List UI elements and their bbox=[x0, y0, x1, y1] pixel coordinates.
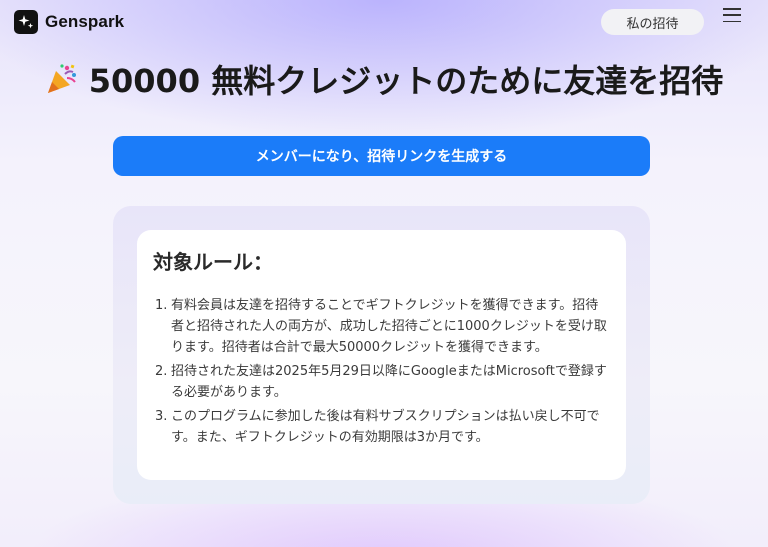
page-title: 50000 無料クレジットのために友達を招待 bbox=[0, 56, 768, 104]
hamburger-menu-icon[interactable] bbox=[723, 7, 741, 23]
my-invites-button[interactable]: 私の招待 bbox=[601, 9, 704, 35]
top-bar: Genspark 私の招待 bbox=[0, 0, 768, 44]
rule-item: 3. このプログラムに参加した後は有料サブスクリプションは払い戻し不可です。また… bbox=[153, 406, 610, 448]
rules-title: 対象ルール： bbox=[153, 250, 273, 274]
rules-panel: 対象ルール： 1. 有料会員は友達を招待することでギフトクレジットを獲得できます… bbox=[113, 206, 650, 504]
party-popper-icon bbox=[45, 62, 79, 104]
rule-number: 2. bbox=[155, 364, 168, 379]
rule-item: 2. 招待された友達は2025年5月29日以降にGoogleまたはMicroso… bbox=[153, 361, 610, 403]
page-title-text: 50000 無料クレジットのために友達を招待 bbox=[88, 62, 724, 100]
rule-text: このプログラムに参加した後は有料サブスクリプションは払い戻し不可です。また、ギフ… bbox=[171, 409, 600, 445]
rules-list: 1. 有料会員は友達を招待することでギフトクレジットを獲得できます。招待者と招待… bbox=[153, 295, 610, 448]
rule-number: 1. bbox=[155, 298, 168, 313]
sparkle-icon bbox=[14, 10, 38, 34]
rule-text: 招待された友達は2025年5月29日以降にGoogleまたはMicrosoftで… bbox=[171, 364, 607, 400]
generate-invite-link-button[interactable]: メンバーになり、招待リンクを生成する bbox=[113, 136, 650, 176]
brand-logo[interactable]: Genspark bbox=[14, 10, 124, 34]
rules-card: 対象ルール： 1. 有料会員は友達を招待することでギフトクレジットを獲得できます… bbox=[137, 230, 626, 480]
rule-text: 有料会員は友達を招待することでギフトクレジットを獲得できます。招待者と招待された… bbox=[171, 298, 607, 355]
rule-item: 1. 有料会員は友達を招待することでギフトクレジットを獲得できます。招待者と招待… bbox=[153, 295, 610, 358]
rule-number: 3. bbox=[155, 409, 168, 424]
brand-name: Genspark bbox=[45, 12, 125, 31]
